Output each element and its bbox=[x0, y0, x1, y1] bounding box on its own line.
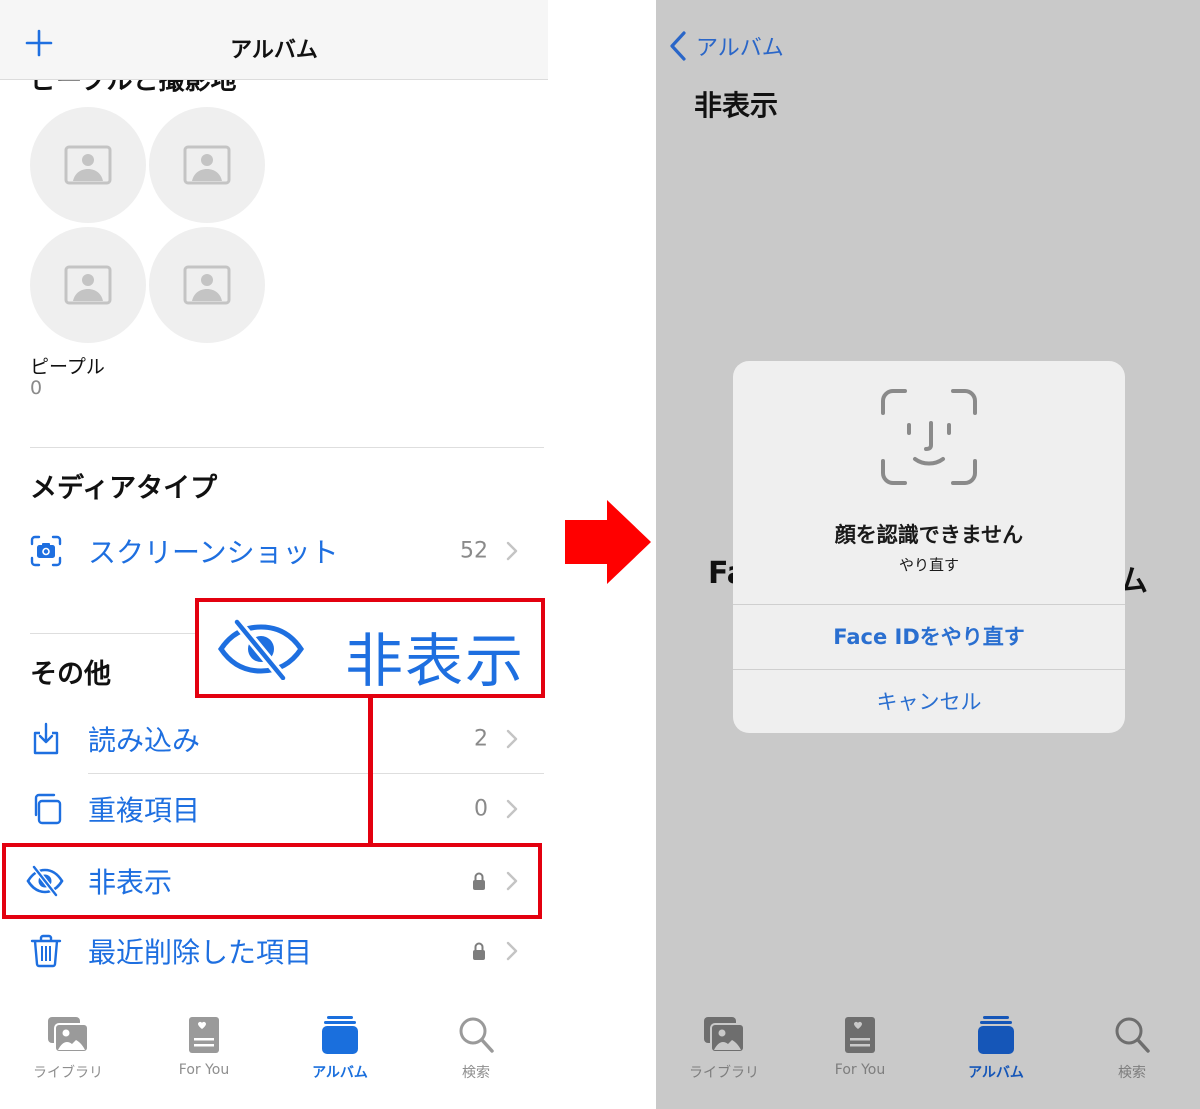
divider bbox=[30, 447, 544, 448]
list-item-duplicates[interactable]: 重複項目 0 bbox=[0, 776, 548, 842]
search-icon bbox=[459, 1017, 494, 1053]
dialog-title: 顔を認識できません bbox=[834, 523, 1024, 547]
trash-icon bbox=[30, 934, 62, 968]
person-placeholder-icon bbox=[64, 265, 112, 305]
person-face[interactable] bbox=[30, 227, 146, 343]
tab-search[interactable]: 検索 bbox=[1077, 1014, 1187, 1082]
list-item-recently-deleted[interactable]: 最近削除した項目 bbox=[0, 918, 548, 984]
chevron-right-icon bbox=[506, 729, 518, 749]
section-title-other: その他 bbox=[30, 659, 111, 690]
chevron-right-icon bbox=[506, 941, 518, 961]
navigation-bar: アルバム bbox=[0, 0, 548, 80]
person-placeholder-icon bbox=[64, 145, 112, 185]
face-id-dialog: 顔を認識できません やり直す Face IDをやり直す キャンセル bbox=[733, 361, 1125, 733]
screenshot-icon bbox=[30, 535, 62, 567]
list-item-screenshots[interactable]: スクリーンショット 52 bbox=[0, 518, 548, 584]
back-label: アルバム bbox=[696, 36, 784, 61]
albums-icon bbox=[322, 1016, 358, 1054]
row-label: 重複項目 bbox=[88, 794, 201, 827]
row-count: 2 bbox=[474, 726, 488, 752]
eye-slash-icon bbox=[217, 618, 305, 680]
row-label: 最近削除した項目 bbox=[88, 936, 313, 969]
tab-label: ライブラリ bbox=[689, 1065, 759, 1081]
tab-albums[interactable]: アルバム bbox=[285, 1014, 395, 1082]
photo-library-icon bbox=[704, 1017, 745, 1053]
callout-connector bbox=[368, 698, 373, 844]
tab-library[interactable]: ライブラリ bbox=[13, 1014, 123, 1082]
divider bbox=[88, 773, 544, 774]
tab-label: ライブラリ bbox=[33, 1065, 103, 1081]
tab-search[interactable]: 検索 bbox=[421, 1014, 531, 1082]
chevron-right-icon bbox=[506, 799, 518, 819]
tab-label: 検索 bbox=[1118, 1065, 1146, 1081]
tab-bar: ライブラリ For You アルバム 検索 bbox=[0, 1000, 548, 1109]
chevron-right-icon bbox=[506, 541, 518, 561]
row-label: 読み込み bbox=[88, 724, 201, 757]
hidden-album-screen: アルバム 非表示 Fa ム 顔を認識できません やり直す Face IDをやり直… bbox=[656, 0, 1200, 1109]
photo-library-icon bbox=[48, 1017, 89, 1053]
albums-icon bbox=[978, 1016, 1014, 1054]
face-id-icon bbox=[881, 389, 977, 485]
search-icon bbox=[1115, 1017, 1150, 1053]
callout-box: 非表示 bbox=[195, 598, 545, 698]
lock-icon bbox=[473, 942, 485, 960]
retry-face-id-button[interactable]: Face IDをやり直す bbox=[733, 605, 1125, 669]
tab-label: For You bbox=[178, 1062, 230, 1078]
person-placeholder-icon bbox=[183, 145, 231, 185]
tab-label: アルバム bbox=[312, 1065, 368, 1081]
row-count: 0 bbox=[474, 796, 488, 822]
tab-for-you[interactable]: For You bbox=[149, 1014, 259, 1078]
chevron-left-icon bbox=[670, 31, 686, 61]
page-title: 非表示 bbox=[694, 89, 779, 122]
for-you-icon bbox=[845, 1017, 875, 1053]
page-title: アルバム bbox=[230, 38, 318, 63]
callout-label: 非表示 bbox=[345, 627, 526, 695]
cancel-button[interactable]: キャンセル bbox=[733, 670, 1125, 733]
import-icon bbox=[33, 722, 59, 755]
right-arrow-icon bbox=[565, 500, 651, 584]
highlight-box bbox=[2, 843, 542, 919]
people-album[interactable] bbox=[30, 107, 270, 343]
person-placeholder-icon bbox=[183, 265, 231, 305]
albums-screen: アルバム ピープルと撮影地 ピープル 0 メディアタイプ スクリーンショット 5… bbox=[0, 0, 548, 1109]
tab-bar: ライブラリ For You アルバム 検索 bbox=[656, 1000, 1200, 1109]
person-face[interactable] bbox=[30, 107, 146, 223]
people-label: ピープル bbox=[30, 356, 105, 378]
duplicate-icon bbox=[34, 793, 62, 825]
tab-albums[interactable]: アルバム bbox=[941, 1014, 1051, 1082]
person-face[interactable] bbox=[149, 227, 265, 343]
people-count: 0 bbox=[30, 377, 43, 399]
row-label: スクリーンショット bbox=[88, 536, 339, 569]
for-you-icon bbox=[189, 1017, 219, 1053]
person-face[interactable] bbox=[149, 107, 265, 223]
tab-label: For You bbox=[834, 1062, 886, 1078]
dialog-subtitle: やり直す bbox=[898, 556, 959, 574]
section-title-media-types: メディアタイプ bbox=[30, 473, 218, 504]
list-item-imports[interactable]: 読み込み 2 bbox=[0, 706, 548, 772]
tab-library[interactable]: ライブラリ bbox=[669, 1014, 779, 1082]
tab-label: アルバム bbox=[968, 1065, 1024, 1081]
tab-label: 検索 bbox=[462, 1065, 490, 1081]
back-button[interactable]: アルバム bbox=[668, 30, 784, 62]
tab-for-you[interactable]: For You bbox=[805, 1014, 915, 1078]
row-count: 52 bbox=[460, 538, 488, 564]
